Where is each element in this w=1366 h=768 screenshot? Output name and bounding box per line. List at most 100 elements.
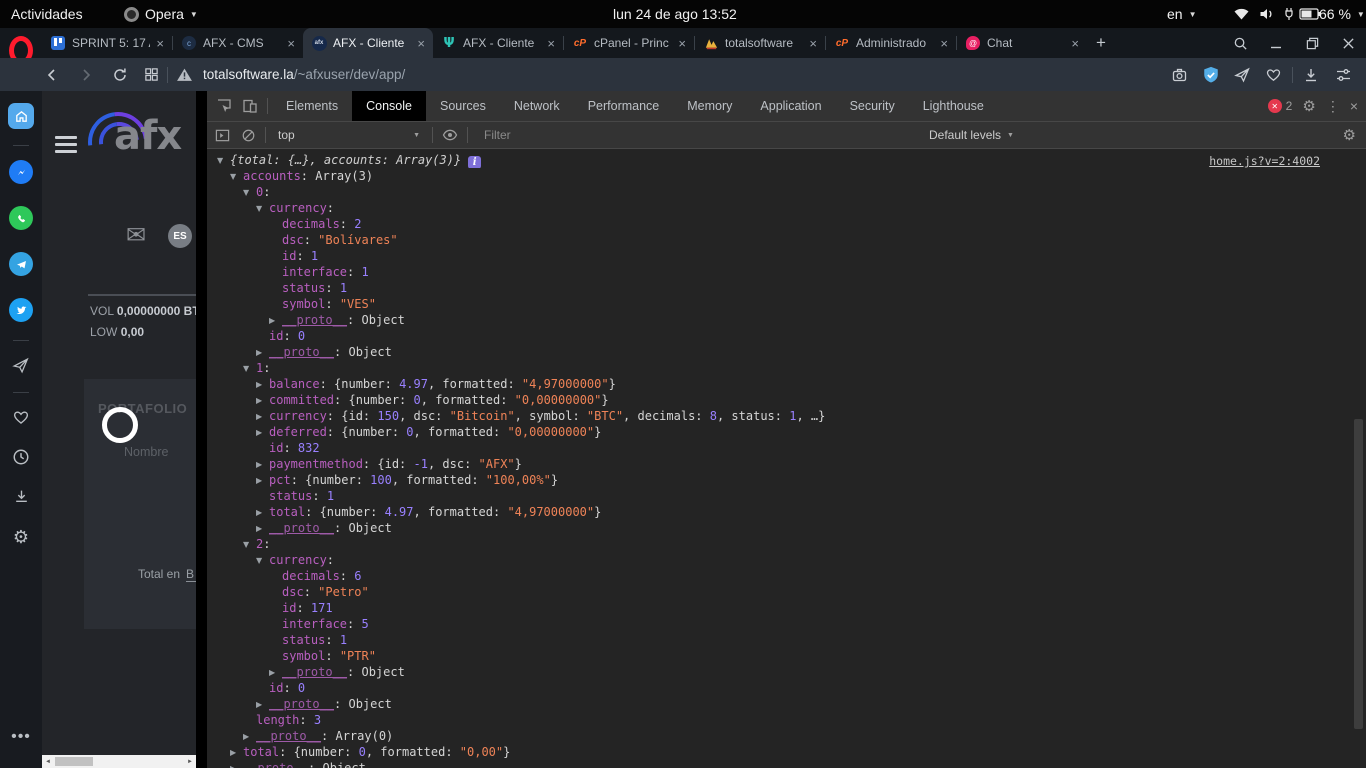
sidebar-messenger-icon[interactable] [9,160,33,184]
sidebar-telegram-icon[interactable] [9,252,33,276]
collapsed-arrow-icon[interactable]: ▶ [256,425,269,440]
context-selector[interactable]: top ▼ [270,128,428,142]
expanded-arrow-icon[interactable]: ▼ [243,361,256,376]
tab-close-icon[interactable]: × [678,36,686,51]
back-button[interactable] [44,67,60,83]
tab-close-icon[interactable]: × [809,36,817,51]
browser-tab[interactable]: totalsoftware× [695,28,825,58]
mail-icon[interactable]: ✉ [126,221,146,250]
console-sidebar-toggle-icon[interactable] [209,128,235,143]
tab-search-icon[interactable] [1228,36,1252,51]
wifi-icon[interactable] [1233,0,1250,28]
error-counter[interactable]: ✕ 2 [1268,99,1293,113]
clock[interactable]: lun 24 de ago 13:52 [613,0,737,28]
devtools-tab-memory[interactable]: Memory [673,91,746,121]
page-horizontal-scrollbar[interactable]: ◄ ► [42,755,196,768]
minimize-button[interactable] [1264,37,1288,49]
menu-hamburger-icon[interactable] [55,136,77,157]
device-toolbar-icon[interactable] [237,98,263,114]
collapsed-arrow-icon[interactable]: ▶ [230,761,243,768]
collapsed-arrow-icon[interactable]: ▶ [256,377,269,392]
forward-button[interactable] [78,67,94,83]
tab-close-icon[interactable]: × [1071,36,1079,51]
my-flow-send-icon[interactable] [1234,67,1251,83]
shield-badge-icon[interactable] [1202,66,1220,84]
clear-console-icon[interactable] [235,128,261,143]
bookmark-heart-icon[interactable] [1265,67,1282,83]
browser-tab[interactable]: cAFX - CMS× [173,28,303,58]
collapsed-arrow-icon[interactable]: ▶ [230,745,243,760]
sidebar-more-icon[interactable]: ••• [11,728,31,746]
collapsed-arrow-icon[interactable]: ▶ [256,697,269,712]
browser-tab[interactable]: afxAFX - Cliente× [303,28,433,58]
browser-tab[interactable]: cPAdministrado× [826,28,956,58]
volume-icon[interactable] [1259,0,1275,28]
activities-button[interactable]: Actividades [11,0,83,28]
site-warning-icon[interactable] [176,67,193,82]
collapsed-arrow-icon[interactable]: ▶ [269,665,282,680]
collapsed-arrow-icon[interactable]: ▶ [256,393,269,408]
sidebar-history-icon[interactable] [12,448,30,466]
collapsed-arrow-icon[interactable]: ▶ [256,473,269,488]
log-levels-dropdown[interactable]: Default levels ▼ [929,128,1014,142]
sidebar-my-flow-icon[interactable] [12,357,30,374]
browser-tab[interactable]: cPcPanel - Princ× [564,28,694,58]
download-icon[interactable] [1303,67,1319,83]
expanded-arrow-icon[interactable]: ▼ [230,169,243,184]
collapsed-arrow-icon[interactable]: ▶ [256,409,269,424]
console-scrollbar-thumb[interactable] [1354,419,1363,729]
collapsed-arrow-icon[interactable]: ▶ [256,521,269,536]
language-indicator[interactable]: en ▼ [1167,0,1197,28]
tab-close-icon[interactable]: × [287,36,295,51]
expanded-arrow-icon[interactable]: ▼ [243,185,256,200]
devtools-tab-security[interactable]: Security [836,91,909,121]
scrollbar-thumb[interactable] [55,757,93,766]
inspect-element-icon[interactable] [211,98,237,114]
url-text[interactable]: totalsoftware.la/~afxuser/dev/app/ [203,67,405,82]
info-badge-icon[interactable]: i [468,156,481,168]
devtools-menu-icon[interactable]: ⋮ [1326,98,1340,115]
scroll-left-arrow[interactable]: ◄ [42,759,54,765]
source-link[interactable]: home.js?v=2:4002 [1209,153,1320,169]
collapsed-arrow-icon[interactable]: ▶ [256,457,269,472]
tab-close-icon[interactable]: × [417,36,425,51]
sidebar-twitter-icon[interactable] [9,298,33,322]
close-window-button[interactable] [1336,37,1360,50]
speed-dial-grid-icon[interactable] [144,67,159,82]
scroll-right-arrow[interactable]: ► [184,759,196,765]
live-expression-eye-icon[interactable] [437,127,463,143]
language-badge[interactable]: ES [168,224,192,248]
sidebar-speed-dial-icon[interactable] [8,103,34,129]
battery-charging-icon[interactable] [1285,0,1321,28]
expanded-arrow-icon[interactable]: ▼ [243,537,256,552]
sidebar-bookmarks-icon[interactable] [12,409,30,426]
maximize-button[interactable] [1300,37,1324,50]
sidebar-downloads-icon[interactable] [13,488,30,505]
collapsed-arrow-icon[interactable]: ▶ [256,505,269,520]
devtools-tab-sources[interactable]: Sources [426,91,500,121]
devtools-tab-lighthouse[interactable]: Lighthouse [909,91,998,121]
tab-close-icon[interactable]: × [156,36,164,51]
battery-percentage[interactable]: 66 % ▼ [1319,0,1365,28]
devtools-tab-console[interactable]: Console [352,91,426,121]
expanded-arrow-icon[interactable]: ▼ [256,553,269,568]
collapsed-arrow-icon[interactable]: ▶ [243,729,256,744]
snapshot-camera-icon[interactable] [1171,67,1188,83]
devtools-tab-network[interactable]: Network [500,91,574,121]
devtools-close-icon[interactable]: × [1350,98,1358,114]
browser-tab[interactable]: ΨAFX - Cliente× [433,28,563,58]
devtools-tab-application[interactable]: Application [746,91,835,121]
devtools-settings-icon[interactable]: ⚙ [1302,97,1315,115]
browser-tab[interactable]: SPRINT 5: 17 A× [42,28,172,58]
collapsed-arrow-icon[interactable]: ▶ [256,345,269,360]
console-settings-icon[interactable]: ⚙ [1343,126,1356,144]
collapsed-arrow-icon[interactable]: ▶ [269,313,282,328]
filter-input[interactable]: Filter [484,128,784,142]
devtools-tab-performance[interactable]: Performance [574,91,674,121]
reload-button[interactable] [112,67,128,83]
easy-setup-sliders-icon[interactable] [1335,67,1352,83]
currency-select[interactable]: B [186,567,196,582]
sidebar-settings-icon[interactable]: ⚙ [13,527,29,548]
new-tab-button[interactable]: + [1087,28,1115,58]
app-menu-button[interactable]: Opera ▼ [124,0,198,28]
